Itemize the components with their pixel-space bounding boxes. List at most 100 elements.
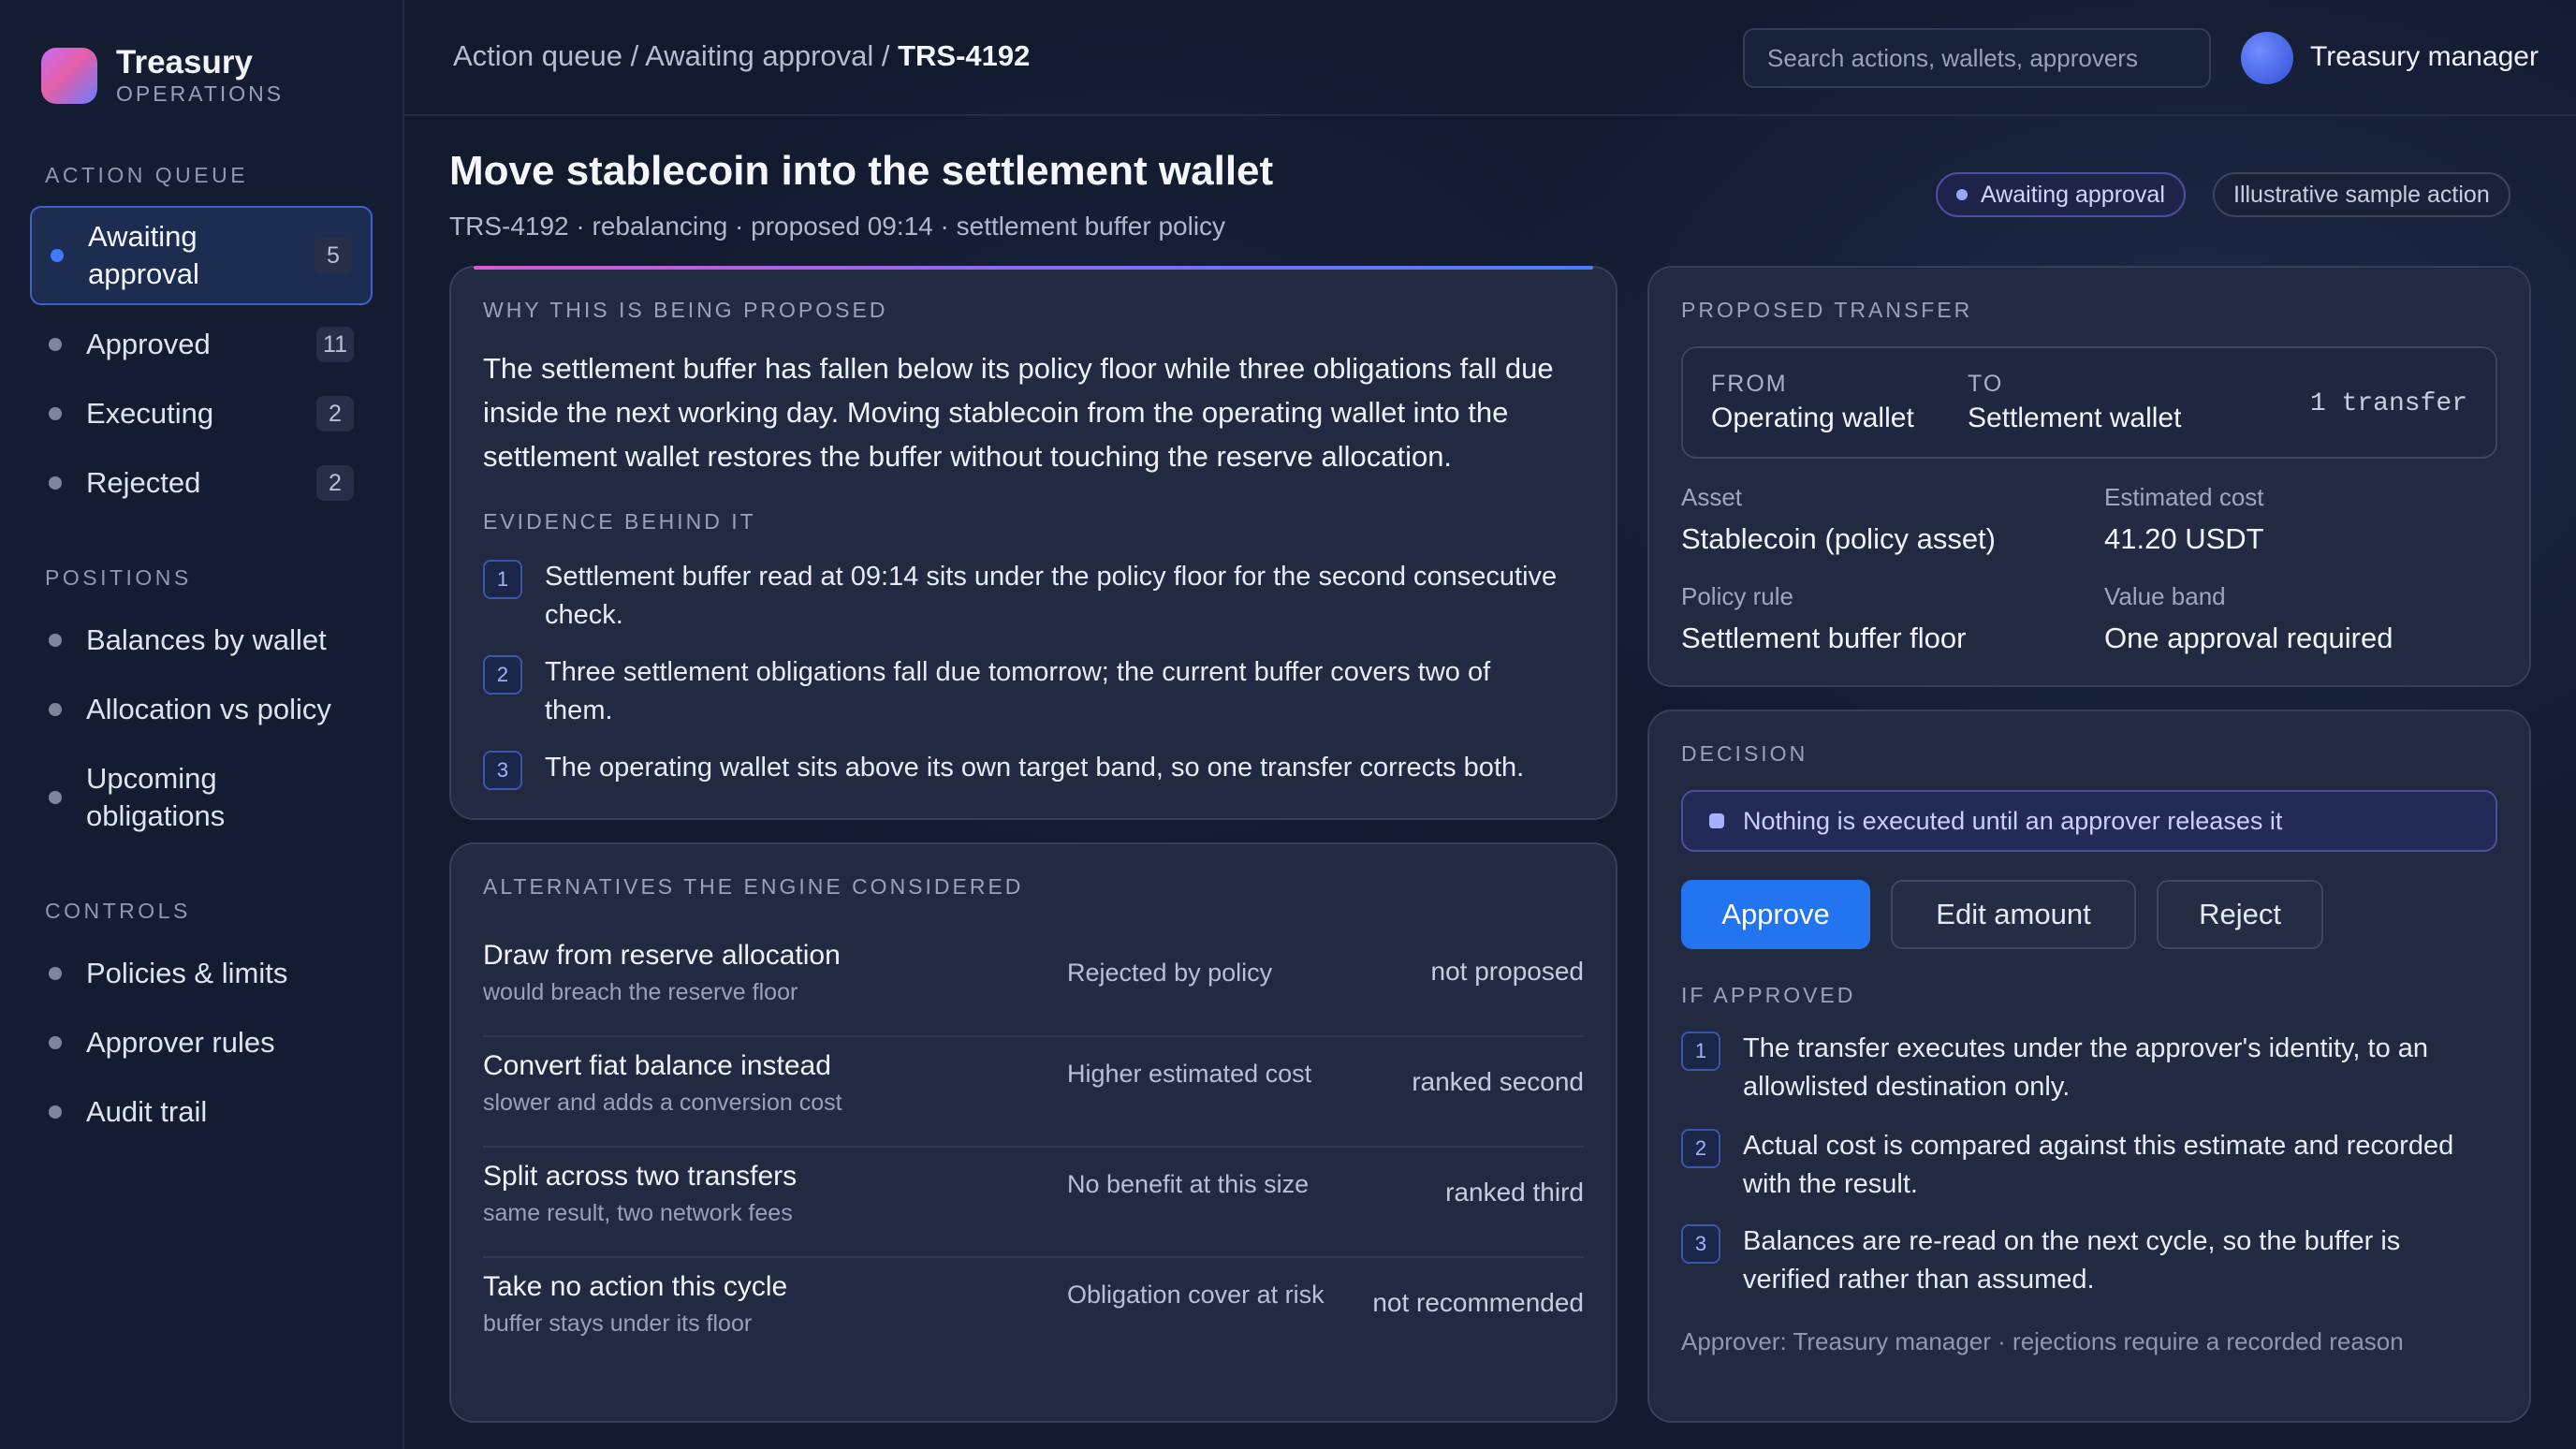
reject-button[interactable]: Reject (2157, 880, 2323, 949)
action-meta: TRS-4192 · rebalancing · proposed 09:14 … (449, 212, 1226, 241)
execution-notice: Nothing is executed until an approver re… (1681, 790, 2497, 852)
status-badge: Awaiting approval (1936, 172, 2186, 217)
evidence-item: 1 Settlement buffer read at 09:14 sits u… (483, 558, 1584, 635)
alternative-reason: Obligation cover at risk (1067, 1281, 1325, 1309)
bullet-icon (49, 967, 62, 980)
sidebar-item-label: Executing (86, 397, 214, 430)
sample-badge: Illustrative sample action (2213, 172, 2510, 217)
count-badge: 11 (316, 327, 354, 362)
sidebar: Treasury OPERATIONS ACTION QUEUE Awaitin… (0, 0, 404, 1449)
approve-button[interactable]: Approve (1681, 880, 1870, 949)
evidence-item: 2 Three settlement obligations fall due … (483, 653, 1584, 730)
bullet-icon (49, 791, 62, 804)
sidebar-item-label: Approved (86, 328, 211, 360)
bullet-icon (49, 476, 62, 490)
from-wallet: Operating wallet (1711, 402, 1914, 433)
table-row[interactable]: Take no action this cycle buffer stays u… (483, 1258, 1584, 1368)
sidebar-item-label: Rejected (86, 466, 201, 499)
count-badge: 2 (316, 396, 354, 432)
sidebar-section-action-queue: ACTION QUEUE (45, 163, 249, 187)
approval-step: 1 The transfer executes under the approv… (1681, 1030, 2497, 1106)
sidebar-section-positions: POSITIONS (45, 565, 192, 590)
number-badge: 1 (1681, 1032, 1720, 1071)
sidebar-item-awaiting-approval[interactable]: Awaiting approval 5 (30, 206, 373, 305)
search-input[interactable] (1743, 28, 2211, 88)
why-label: WHY THIS IS BEING PROPOSED (483, 298, 888, 322)
step-text: The transfer executes under the approver… (1743, 1033, 2429, 1102)
breadcrumb-separator: / (622, 39, 646, 72)
status-badge-label: Awaiting approval (1981, 181, 2165, 208)
bullet-icon (49, 1036, 62, 1049)
notice-text: Nothing is executed until an approver re… (1743, 806, 2283, 835)
policy-rule-label: Policy rule (1681, 582, 1793, 610)
from-label: FROM (1711, 371, 1788, 397)
sidebar-item-approver-rules[interactable]: Approver rules (30, 1022, 373, 1063)
alternative-name: Draw from reserve allocation (483, 940, 841, 971)
brand[interactable]: Treasury OPERATIONS (41, 45, 284, 107)
policy-rule-value: Settlement buffer floor (1681, 622, 1967, 654)
brand-subtitle: OPERATIONS (116, 81, 285, 106)
table-row[interactable]: Convert fiat balance instead slower and … (483, 1037, 1584, 1148)
count-badge: 2 (316, 465, 354, 501)
sidebar-item-label: Allocation vs policy (86, 693, 331, 725)
step-text: Balances are re-read on the next cycle, … (1743, 1226, 2401, 1295)
breadcrumb-action-queue[interactable]: Action queue (453, 39, 622, 72)
value-band-value: One approval required (2104, 622, 2393, 654)
bullet-icon (49, 703, 62, 716)
count-badge: 5 (315, 238, 352, 273)
to-label: TO (1968, 371, 2004, 397)
sidebar-item-balances-by-wallet[interactable]: Balances by wallet (30, 620, 373, 661)
alternative-status: not proposed (1430, 957, 1584, 986)
breadcrumb: Action queue / Awaiting approval / TRS-4… (453, 39, 1030, 73)
number-badge: 2 (1681, 1129, 1720, 1168)
sidebar-item-label: Audit trail (86, 1095, 208, 1128)
table-row[interactable]: Draw from reserve allocation would breac… (483, 927, 1584, 1037)
step-text: Actual cost is compared against this est… (1743, 1131, 2454, 1199)
alternative-name: Take no action this cycle (483, 1271, 788, 1302)
alternative-note: slower and adds a conversion cost (483, 1090, 842, 1116)
number-badge: 3 (483, 751, 522, 790)
alternative-status: ranked second (1412, 1067, 1584, 1096)
alternative-note: same result, two network fees (483, 1200, 793, 1226)
sidebar-item-rejected[interactable]: Rejected 2 (30, 462, 373, 504)
alternative-reason: No benefit at this size (1067, 1170, 1310, 1198)
why-text: The settlement buffer has fallen below i… (483, 352, 1554, 473)
value-band-label: Value band (2104, 582, 2226, 610)
card-accent-bar (474, 266, 1593, 270)
approval-step: 3 Balances are re-read on the next cycle… (1681, 1222, 2497, 1299)
approval-step: 2 Actual cost is compared against this e… (1681, 1127, 2497, 1204)
proposed-transfer-card: PROPOSED TRANSFER FROM Operating wallet … (1647, 266, 2531, 687)
edit-amount-button[interactable]: Edit amount (1891, 880, 2136, 949)
evidence-label: EVIDENCE BEHIND IT (483, 509, 756, 534)
transfer-label: PROPOSED TRANSFER (1681, 298, 1973, 322)
number-badge: 3 (1681, 1224, 1720, 1264)
breadcrumb-awaiting-approval[interactable]: Awaiting approval (645, 39, 873, 72)
approver-footnote: Approver: Treasury manager · rejections … (1681, 1327, 2404, 1355)
sidebar-item-approved[interactable]: Approved 11 (30, 324, 373, 365)
estimated-cost-value: 41.20 USDT (2104, 522, 2264, 555)
sidebar-item-executing[interactable]: Executing 2 (30, 393, 373, 434)
user-name[interactable]: Treasury manager (2310, 41, 2539, 73)
number-badge: 1 (483, 560, 522, 599)
sidebar-item-label: Approver rules (86, 1026, 275, 1059)
table-row[interactable]: Split across two transfers same result, … (483, 1148, 1584, 1258)
sidebar-item-upcoming-obligations[interactable]: Upcoming obligations (30, 758, 373, 837)
sidebar-item-audit-trail[interactable]: Audit trail (30, 1091, 373, 1133)
sidebar-item-policies-limits[interactable]: Policies & limits (30, 953, 373, 994)
sidebar-item-allocation-vs-policy[interactable]: Allocation vs policy (30, 689, 373, 730)
alternative-name: Convert fiat balance instead (483, 1050, 831, 1081)
breadcrumb-separator: / (873, 39, 899, 72)
asset-label: Asset (1681, 483, 1743, 511)
evidence-text: Settlement buffer read at 09:14 sits und… (545, 562, 1558, 630)
if-approved-label: IF APPROVED (1681, 983, 1856, 1007)
evidence-item: 3 The operating wallet sits above its ow… (483, 749, 1584, 790)
top-bar: Action queue / Awaiting approval / TRS-4… (404, 0, 2576, 116)
page-title: Move stablecoin into the settlement wall… (449, 148, 1274, 194)
why-proposed-card: WHY THIS IS BEING PROPOSED The settlemen… (449, 266, 1617, 820)
sidebar-item-label: Policies & limits (86, 957, 288, 989)
brand-name: Treasury (116, 44, 253, 80)
breadcrumb-current: TRS-4192 (898, 39, 1031, 72)
avatar[interactable] (2241, 32, 2293, 84)
asset-value: Stablecoin (policy asset) (1681, 522, 1996, 555)
evidence-text: The operating wallet sits above its own … (545, 753, 1525, 783)
